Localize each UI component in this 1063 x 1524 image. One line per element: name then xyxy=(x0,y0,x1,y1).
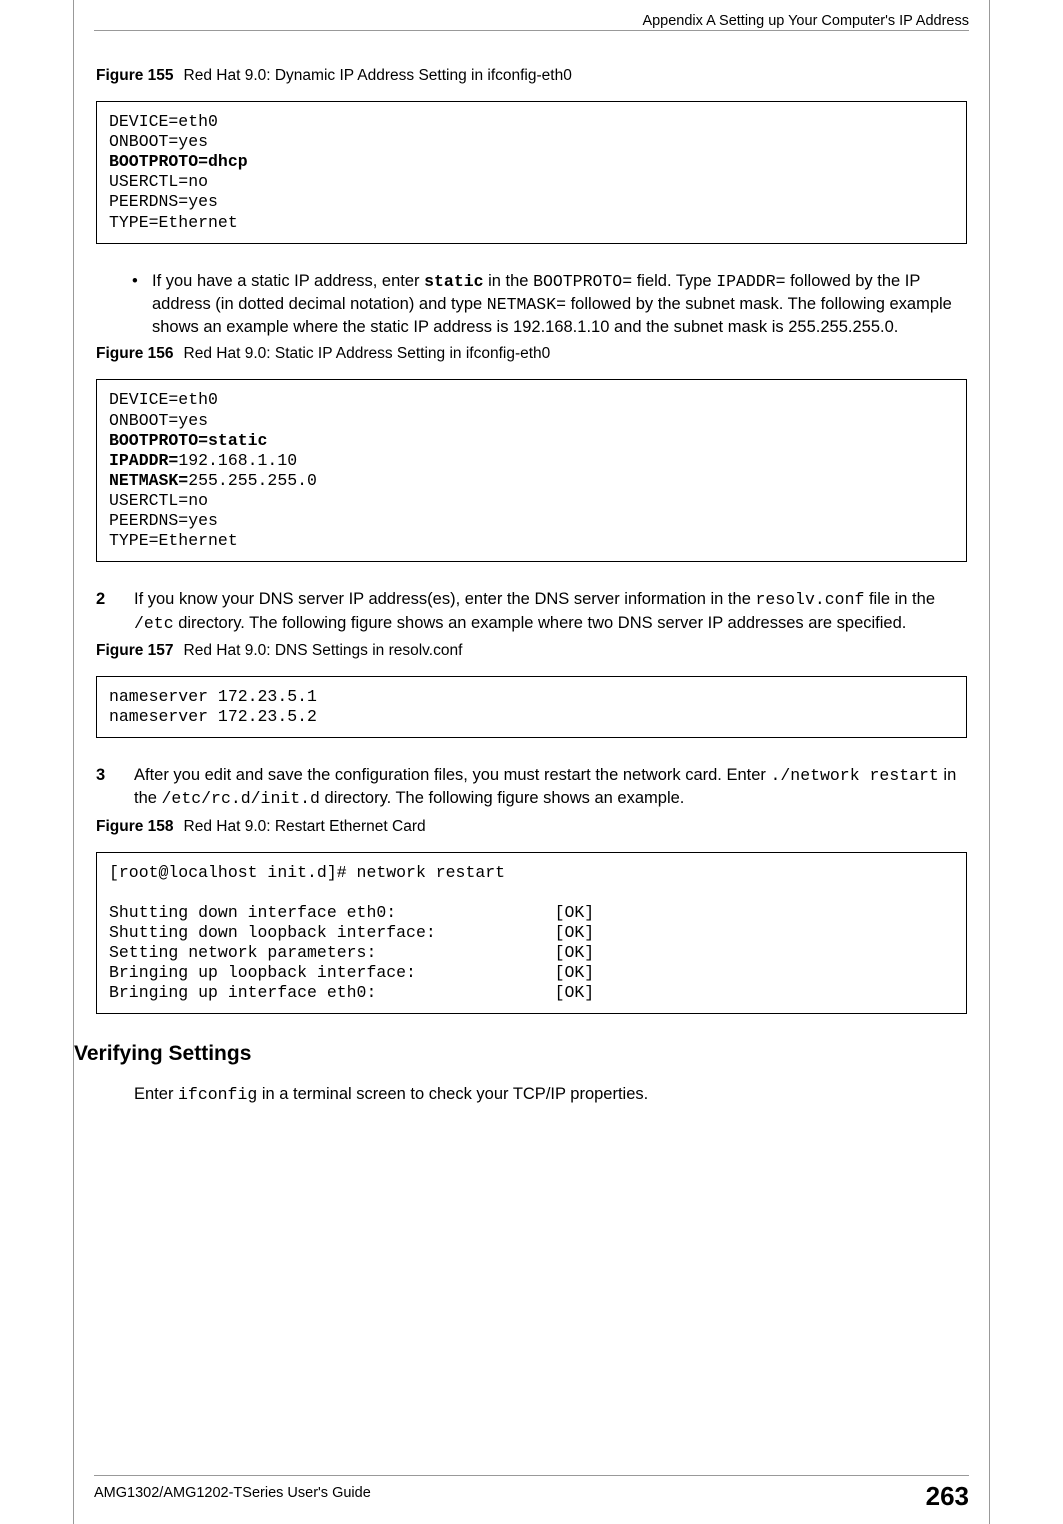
figure-157-code: nameserver 172.23.5.1 nameserver 172.23.… xyxy=(96,676,967,738)
figure-156-caption: Figure 156 Red Hat 9.0: Static IP Address… xyxy=(96,344,967,365)
code-line: USERCTL=no xyxy=(109,172,208,191)
code-line: [root@localhost init.d]# network restart xyxy=(109,863,505,882)
code-inline: static xyxy=(424,272,483,291)
code-line: Shutting down interface eth0: [OK] xyxy=(109,903,594,922)
code-inline: ifconfig xyxy=(178,1085,257,1104)
running-header: Appendix A Setting up Your Computer's IP… xyxy=(642,12,969,32)
bullet-static-ip: •If you have a static IP address, enter … xyxy=(152,270,967,339)
code-line: TYPE=Ethernet xyxy=(109,531,238,550)
code-inline: BOOTPROTO= xyxy=(533,272,632,291)
step-number: 2 xyxy=(96,588,134,610)
text: in the xyxy=(484,272,534,290)
code-line: Shutting down loopback interface: [OK] xyxy=(109,923,594,942)
text: If you know your DNS server IP address(e… xyxy=(134,590,755,608)
code-line-bold: IPADDR= xyxy=(109,451,178,470)
figure-155-caption: Figure 155 Red Hat 9.0: Dynamic IP Addres… xyxy=(96,66,967,87)
figure-label: Figure 158 xyxy=(96,818,174,835)
text: Enter xyxy=(134,1085,178,1103)
code-line: Bringing up interface eth0: [OK] xyxy=(109,983,594,1002)
code-line: Setting network parameters: [OK] xyxy=(109,943,594,962)
page-frame: Appendix A Setting up Your Computer's IP… xyxy=(73,0,990,1524)
code-line-bold: NETMASK= xyxy=(109,471,188,490)
code-inline: resolv.conf xyxy=(755,590,864,609)
verify-paragraph: Enter ifconfig in a terminal screen to c… xyxy=(134,1083,967,1106)
figure-caption-text: Red Hat 9.0: Static IP Address Setting i… xyxy=(184,345,551,362)
code-line: 255.255.255.0 xyxy=(188,471,317,490)
text: field. Type xyxy=(632,272,716,290)
code-line: PEERDNS=yes xyxy=(109,192,218,211)
code-inline: IPADDR= xyxy=(716,272,785,291)
figure-label: Figure 157 xyxy=(96,642,174,659)
text: directory. The following figure shows an… xyxy=(174,614,907,632)
text: If you have a static IP address, enter xyxy=(152,272,424,290)
code-line: DEVICE=eth0 xyxy=(109,112,218,131)
step-2: 2If you know your DNS server IP address(… xyxy=(134,588,967,635)
code-line: Bringing up loopback interface: [OK] xyxy=(109,963,594,982)
step-number: 3 xyxy=(96,764,134,786)
figure-caption-text: Red Hat 9.0: DNS Settings in resolv.conf xyxy=(184,642,463,659)
code-inline: ./network restart xyxy=(771,766,939,785)
code-line: USERCTL=no xyxy=(109,491,208,510)
code-inline: /etc/rc.d/init.d xyxy=(162,789,320,808)
figure-156-code: DEVICE=eth0 ONBOOT=yes BOOTPROTO=static … xyxy=(96,379,967,562)
code-line: TYPE=Ethernet xyxy=(109,213,238,232)
figure-label: Figure 155 xyxy=(96,67,174,84)
text: in a terminal screen to check your TCP/I… xyxy=(257,1085,648,1103)
figure-158-code: [root@localhost init.d]# network restart… xyxy=(96,852,967,1015)
bullet-marker: • xyxy=(132,270,152,292)
page-content: Figure 155 Red Hat 9.0: Dynamic IP Addres… xyxy=(96,60,967,1120)
code-line: DEVICE=eth0 xyxy=(109,390,218,409)
heading-verifying-settings: Verifying Settings xyxy=(74,1040,967,1068)
footer-page-number: 263 xyxy=(926,1479,969,1514)
figure-157-caption: Figure 157 Red Hat 9.0: DNS Settings in r… xyxy=(96,641,967,662)
footer-rule xyxy=(94,1475,969,1476)
code-line: nameserver 172.23.5.1 xyxy=(109,687,317,706)
step-3: 3After you edit and save the configurati… xyxy=(134,764,967,811)
code-line: ONBOOT=yes xyxy=(109,411,208,430)
figure-158-caption: Figure 158 Red Hat 9.0: Restart Ethernet … xyxy=(96,817,967,838)
code-line-bold: BOOTPROTO=dhcp xyxy=(109,152,248,171)
text: directory. The following figure shows an… xyxy=(320,789,684,807)
code-line: nameserver 172.23.5.2 xyxy=(109,707,317,726)
figure-155-code: DEVICE=eth0 ONBOOT=yes BOOTPROTO=dhcp US… xyxy=(96,101,967,244)
code-inline: /etc xyxy=(134,614,174,633)
figure-caption-text: Red Hat 9.0: Dynamic IP Address Setting … xyxy=(184,67,572,84)
figure-caption-text: Red Hat 9.0: Restart Ethernet Card xyxy=(184,818,426,835)
text: file in the xyxy=(864,590,935,608)
code-line: 192.168.1.10 xyxy=(178,451,297,470)
figure-label: Figure 156 xyxy=(96,345,174,362)
code-line: ONBOOT=yes xyxy=(109,132,208,151)
text: After you edit and save the configuratio… xyxy=(134,766,771,784)
header-rule xyxy=(94,30,969,31)
code-line: PEERDNS=yes xyxy=(109,511,218,530)
code-line-bold: BOOTPROTO=static xyxy=(109,431,267,450)
footer-guide-title: AMG1302/AMG1202-TSeries User's Guide xyxy=(94,1484,371,1504)
code-inline: NETMASK= xyxy=(487,295,566,314)
